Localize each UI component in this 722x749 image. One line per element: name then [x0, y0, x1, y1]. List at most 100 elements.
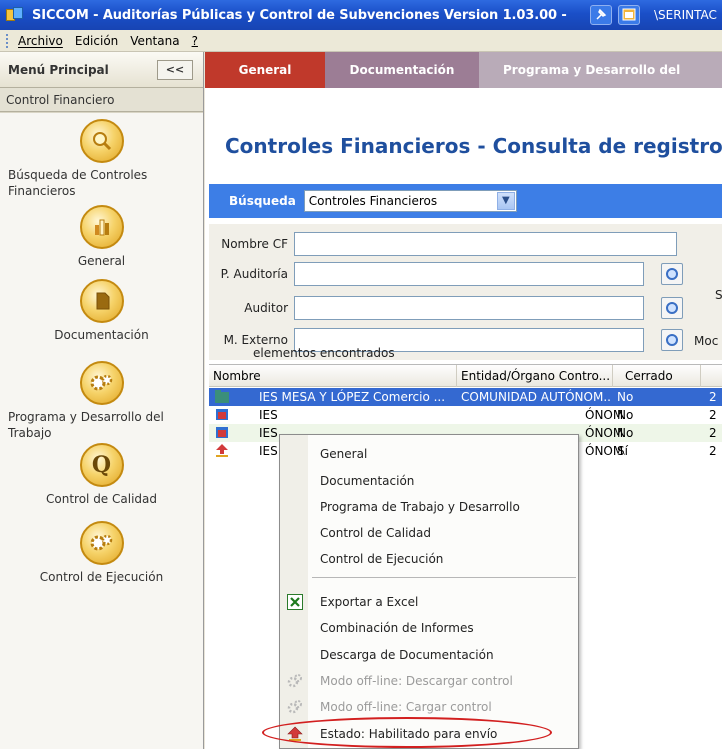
menu-item-descarga[interactable]: Descarga de Documentación	[280, 642, 578, 668]
menu-item-combinacion[interactable]: Combinación de Informes	[280, 615, 578, 641]
cell-nombre: IES	[259, 408, 278, 422]
menu-bar: Archivo Edición Ventana ?	[0, 30, 722, 52]
q-letter-icon: Q	[79, 443, 124, 487]
menu-item-offline-cargar: Modo off-line: Cargar control	[280, 694, 578, 720]
m-externo-search-icon[interactable]	[661, 329, 683, 351]
cell-nombre: IES MESA Y LÓPEZ Comercio ...	[259, 390, 446, 404]
sidebar-item-label: Control de Calidad	[46, 492, 157, 506]
window-icon[interactable]	[618, 5, 640, 25]
search-type-value: Controles Financieros	[308, 194, 438, 208]
menu-item-label: Documentación	[320, 474, 415, 488]
menu-item-offline-descargar: Modo off-line: Descargar control	[280, 668, 578, 694]
grid-header: Nombre Entidad/Órgano Contro... Cerrado	[209, 365, 722, 387]
sidebar-item-ejecucion[interactable]: Control de Ejecución	[0, 521, 203, 585]
gears-disabled-icon	[287, 674, 302, 688]
gears-icon	[79, 521, 124, 565]
menu-item-label: Estado: Habilitado para envío	[320, 727, 498, 741]
cell-cerrado: No	[617, 408, 634, 422]
search-label: Búsqueda	[229, 194, 296, 208]
column-nombre[interactable]: Nombre	[209, 365, 457, 387]
cell-entidad: COMUNIDAD AUTÓNOM...	[461, 390, 611, 404]
row-nombre-cf: Nombre CF	[209, 232, 677, 256]
menu-item-label: Exportar a Excel	[320, 595, 419, 609]
folder-icon	[215, 390, 229, 403]
document-icon	[79, 279, 124, 323]
p-auditoria-label: P. Auditoría	[220, 267, 288, 281]
filter-form: Nombre CF P. Auditoría Auditor S M. Exte…	[209, 224, 722, 360]
auditor-input[interactable]	[294, 296, 644, 320]
menu-item-label: Descarga de Documentación	[320, 648, 494, 662]
tab-strip: General Documentación Programa y Desarro…	[205, 52, 722, 88]
context-menu: General Documentación Programa de Trabaj…	[279, 434, 579, 749]
menu-item-label: Modo off-line: Cargar control	[320, 700, 492, 714]
sidebar-item-busqueda[interactable]: Búsqueda de Controles Financieros	[0, 119, 203, 199]
row-auditor: Auditor	[209, 296, 644, 320]
row-p-auditoria: P. Auditoría	[209, 262, 644, 286]
p-auditoria-input[interactable]	[294, 262, 644, 286]
column-cerrado[interactable]: Cerrado	[613, 365, 701, 387]
menu-item-label: Modo off-line: Descargar control	[320, 674, 513, 688]
table-row[interactable]: IES ÓNOM... No 2	[209, 406, 722, 424]
sidebar-item-programa[interactable]: Programa y Desarrollo del Trabajo	[0, 361, 203, 441]
cell-cerrado: Sí	[617, 444, 628, 458]
menu-item-exportar-excel[interactable]: Exportar a Excel	[280, 589, 578, 615]
sidebar-item-label: Control de Ejecución	[39, 570, 164, 584]
sidebar-header: Menú Principal <<	[0, 52, 203, 88]
p-auditoria-search-icon[interactable]	[661, 263, 683, 285]
gears-disabled-icon	[287, 700, 302, 714]
menu-item-estado-envio[interactable]: Estado: Habilitado para envío	[280, 721, 578, 747]
chart-icon	[79, 205, 124, 249]
search-type-select[interactable]: Controles Financieros ▼	[303, 190, 517, 212]
server-path: \SERINTAC	[654, 8, 717, 22]
menu-separator	[312, 577, 576, 578]
nombre-cf-label: Nombre CF	[221, 237, 288, 251]
menu-item-label: General	[320, 447, 368, 461]
gears-icon	[79, 361, 124, 405]
cell-extra: 2	[709, 444, 717, 458]
tab-general[interactable]: General	[205, 52, 325, 88]
cell-cerrado: No	[617, 390, 634, 404]
sidebar-body: Búsqueda de Controles Financieros Genera…	[0, 113, 203, 749]
chevron-down-icon[interactable]: ▼	[496, 192, 515, 210]
sidebar-item-documentacion[interactable]: Documentación	[0, 279, 203, 343]
auditor-label: Auditor	[244, 301, 288, 315]
cut-off-label: S	[715, 288, 722, 302]
tab-programa[interactable]: Programa y Desarrollo del	[479, 52, 722, 88]
sidebar-item-label: Documentación	[54, 328, 149, 342]
menu-item-general[interactable]: General	[280, 441, 578, 467]
record-red-icon	[216, 427, 228, 438]
sidebar-item-label: General	[77, 254, 126, 268]
pin-icon[interactable]	[590, 5, 612, 25]
sidebar-title: Menú Principal	[8, 62, 109, 77]
sidebar-item-calidad[interactable]: Q Control de Calidad	[0, 443, 203, 507]
app-logo-icon	[6, 7, 26, 23]
collapse-sidebar-button[interactable]: <<	[157, 60, 193, 80]
menu-help[interactable]: ?	[192, 34, 198, 48]
upload-arrow-icon	[287, 726, 303, 741]
cut-off-label: Moc	[694, 334, 719, 348]
title-bar: SICCOM - Auditorías Públicas y Control d…	[0, 0, 722, 30]
menu-item-ejecucion[interactable]: Control de Ejecución	[280, 546, 578, 572]
upload-arrow-icon	[216, 444, 228, 457]
m-externo-label: M. Externo	[223, 333, 288, 347]
menu-item-documentacion[interactable]: Documentación	[280, 468, 578, 494]
results-count-label: elementos encontrados	[253, 346, 395, 360]
menu-item-label: Control de Ejecución	[320, 552, 444, 566]
menu-item-label: Control de Calidad	[320, 526, 431, 540]
menu-edicion[interactable]: Edición	[75, 34, 118, 48]
auditor-search-icon[interactable]	[661, 297, 683, 319]
menu-item-programa[interactable]: Programa de Trabajo y Desarrollo	[280, 494, 578, 520]
sidebar: Menú Principal << Control Financiero Bús…	[0, 52, 204, 749]
nombre-cf-input[interactable]	[294, 232, 677, 256]
menu-ventana[interactable]: Ventana	[130, 34, 179, 48]
tab-documentacion[interactable]: Documentación	[325, 52, 479, 88]
window-title: SICCOM - Auditorías Públicas y Control d…	[32, 7, 567, 23]
sidebar-item-general[interactable]: General	[0, 205, 203, 269]
table-row[interactable]: IES MESA Y LÓPEZ Comercio ... COMUNIDAD …	[209, 388, 722, 406]
excel-icon	[287, 594, 303, 610]
cell-extra: 2	[709, 390, 717, 404]
menu-item-calidad[interactable]: Control de Calidad	[280, 520, 578, 546]
menu-archivo[interactable]: Archivo	[18, 34, 63, 48]
page-title: Controles Financieros - Consulta de regi…	[225, 134, 722, 158]
column-entidad[interactable]: Entidad/Órgano Contro...	[457, 365, 613, 387]
